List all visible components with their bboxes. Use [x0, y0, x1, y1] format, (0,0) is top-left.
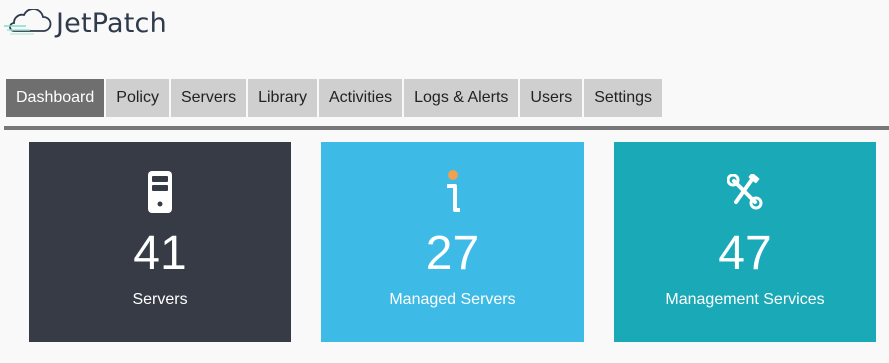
info-icon: [321, 170, 584, 216]
server-icon: [29, 170, 291, 216]
main-nav-tabs: Dashboard Policy Servers Library Activit…: [6, 79, 664, 117]
managed-servers-count: 27: [425, 227, 480, 280]
tab-settings[interactable]: Settings: [584, 79, 662, 117]
tools-icon: [614, 170, 876, 216]
managed-servers-card[interactable]: 27 Managed Servers: [321, 142, 584, 342]
jetpatch-logo[interactable]: JetPatch: [4, 6, 167, 42]
managed-servers-label: Managed Servers: [389, 291, 516, 308]
tab-users[interactable]: Users: [520, 79, 583, 117]
tab-dashboard[interactable]: Dashboard: [6, 79, 105, 117]
tab-servers[interactable]: Servers: [170, 79, 247, 117]
servers-count: 41: [133, 227, 187, 280]
cloud-logo-icon: [4, 9, 52, 35]
tab-policy[interactable]: Policy: [106, 79, 169, 117]
tab-library[interactable]: Library: [248, 79, 317, 117]
management-services-label: Management Services: [665, 291, 825, 308]
tab-activities[interactable]: Activities: [319, 79, 403, 117]
servers-label: Servers: [132, 291, 188, 308]
tab-bar-divider: [4, 126, 889, 130]
brand-name: JetPatch: [56, 7, 167, 39]
servers-card[interactable]: 41 Servers: [29, 142, 291, 342]
management-services-count: 47: [718, 227, 772, 280]
management-services-card[interactable]: 47 Management Services: [614, 142, 876, 342]
tab-logs-alerts[interactable]: Logs & Alerts: [404, 79, 519, 117]
